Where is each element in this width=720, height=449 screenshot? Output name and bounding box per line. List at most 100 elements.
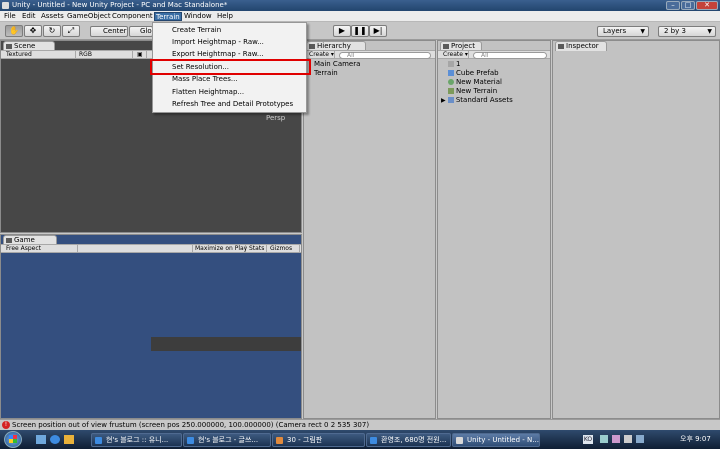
hierarchy-search-input[interactable]: All — [339, 52, 431, 59]
list-item[interactable]: ▶ Standard Assets — [441, 96, 513, 105]
game-control-bar: Free Aspect Maximize on Play Stats Gizmo… — [1, 244, 301, 253]
inspector-panel: Inspector — [552, 40, 720, 419]
ie-icon — [95, 437, 102, 444]
project-create-button[interactable]: Create ▾ — [441, 51, 469, 59]
project-search-input[interactable]: All — [473, 52, 547, 59]
taskbar-item[interactable]: 환영조, 680명 전원... — [366, 433, 451, 447]
stats-toggle[interactable]: Stats — [247, 245, 267, 253]
task-label: 현's 블로그 :: 유니... — [106, 436, 169, 444]
maximize-on-play-toggle[interactable]: Maximize on Play — [192, 245, 248, 253]
list-item[interactable]: Terrain — [314, 69, 338, 78]
tab-inspector[interactable]: Inspector — [555, 41, 607, 51]
menu-help[interactable]: Help — [216, 12, 234, 21]
title-bar: Unity - Untitled - New Unity Project - P… — [0, 0, 720, 11]
scale-tool-button[interactable]: ⤢ — [62, 25, 80, 37]
ie-icon — [370, 437, 377, 444]
explorer-quicklaunch-icon[interactable] — [64, 435, 74, 444]
status-message[interactable]: Screen position out of view frustum (scr… — [12, 421, 369, 429]
layout-dropdown[interactable]: 2 by 3 ▼ — [658, 26, 716, 37]
project-tab-label: Project — [451, 42, 475, 50]
list-item-label: New Terrain — [456, 87, 498, 95]
menu-item-import-heightmap[interactable]: Import Heightmap - Raw... — [172, 37, 264, 47]
network-icon[interactable] — [636, 435, 644, 443]
menu-edit[interactable]: Edit — [21, 12, 37, 21]
inspector-tab-label: Inspector — [566, 42, 599, 50]
hand-tool-button[interactable]: ✋ — [5, 25, 23, 37]
taskbar-item[interactable]: 현's 블로그 - 글쓰... — [183, 433, 271, 447]
menu-item-flatten-heightmap[interactable]: Flatten Heightmap... — [172, 87, 244, 97]
menu-item-export-heightmap[interactable]: Export Heightmap - Raw... — [172, 49, 264, 59]
menu-item-refresh-prototypes[interactable]: Refresh Tree and Detail Prototypes — [172, 99, 293, 109]
render-mode-dropdown[interactable]: RGB — [77, 51, 133, 59]
volume-icon[interactable] — [624, 435, 632, 443]
play-icon: ▶ — [338, 26, 346, 35]
expand-arrow-icon[interactable]: ▶ — [441, 97, 446, 104]
layers-dropdown[interactable]: Layers ▼ — [597, 26, 649, 37]
menu-component[interactable]: Component — [111, 12, 154, 21]
space-toggle[interactable]: Glob — [129, 26, 156, 37]
list-item[interactable]: Cube Prefab — [448, 69, 499, 78]
draw-mode-label: Textured — [6, 51, 32, 58]
pivot-toggle[interactable]: Center — [90, 26, 128, 37]
aspect-label: Free Aspect — [6, 245, 42, 252]
menu-gameobject[interactable]: GameObject — [66, 12, 112, 21]
aspect-dropdown[interactable]: Free Aspect — [4, 245, 78, 253]
render-mode-label: RGB — [79, 51, 92, 58]
list-item[interactable]: New Terrain — [448, 87, 497, 96]
tray-icon[interactable] — [612, 435, 620, 443]
list-item[interactable]: 1 — [448, 60, 460, 69]
view-mode-label: Persp — [266, 114, 286, 122]
menu-window[interactable]: Window — [183, 12, 213, 21]
prefab-icon — [448, 70, 454, 76]
step-button[interactable]: ▶| — [369, 25, 387, 37]
status-bar: ! Screen position out of view frustum (s… — [0, 419, 720, 430]
windows-logo-icon — [9, 435, 17, 443]
game-panel: Game Free Aspect Maximize on Play Stats … — [0, 234, 302, 419]
maximize-on-play-label: Maximize on Play — [195, 245, 248, 252]
layers-label: Layers — [603, 27, 627, 35]
taskbar-item[interactable]: Unity - Untitled - N... — [452, 433, 540, 447]
ie-quicklaunch-icon[interactable] — [50, 435, 60, 444]
task-label: 30 - 그림판 — [287, 436, 323, 444]
language-indicator[interactable]: KO — [583, 435, 593, 444]
chevron-down-icon: ▼ — [640, 28, 645, 35]
game-icon — [6, 238, 12, 243]
menu-file[interactable]: File — [3, 12, 17, 21]
gizmos-dropdown[interactable]: Gizmos — [268, 245, 300, 253]
menu-terrain[interactable]: Terrain — [154, 12, 182, 21]
rotate-tool-button[interactable]: ↻ — [43, 25, 61, 37]
pause-button[interactable]: ❚❚ — [351, 25, 369, 37]
minimize-button[interactable]: – — [666, 1, 680, 10]
taskbar-item[interactable]: 현's 블로그 :: 유니... — [91, 433, 182, 447]
show-desktop-icon[interactable] — [36, 435, 46, 444]
menu-item-mass-place-trees[interactable]: Mass Place Trees... — [172, 74, 238, 84]
tray-icon[interactable] — [600, 435, 608, 443]
game-tab-label: Game — [14, 236, 35, 244]
image-icon: ▣ — [137, 51, 143, 58]
move-tool-button[interactable]: ✥ — [24, 25, 42, 37]
taskbar-item[interactable]: 30 - 그림판 — [272, 433, 365, 447]
search-placeholder: All — [347, 52, 355, 59]
list-item-label: 1 — [456, 60, 461, 68]
maximize-button[interactable]: □ — [681, 1, 695, 10]
menu-assets[interactable]: Assets — [40, 12, 65, 21]
start-button[interactable] — [4, 431, 22, 448]
list-item-label: Cube Prefab — [456, 69, 499, 77]
list-item[interactable]: New Material — [448, 78, 502, 87]
toolbar: ✋ ✥ ↻ ⤢ Center Glob ▶ ❚❚ ▶| Layers ▼ 2 by… — [0, 22, 720, 40]
clock[interactable]: 오후 9:07 — [680, 434, 711, 444]
paint-icon — [276, 437, 283, 444]
hierarchy-icon — [309, 44, 315, 49]
scene-lighting-toggle[interactable]: ▣ — [135, 51, 147, 59]
menu-item-create-terrain[interactable]: Create Terrain — [172, 25, 221, 35]
task-label: Unity - Untitled - N... — [467, 436, 539, 444]
play-button[interactable]: ▶ — [333, 25, 351, 37]
hierarchy-create-button[interactable]: Create ▾ — [307, 51, 335, 59]
unity-icon — [456, 437, 463, 444]
hierarchy-control-bar: Create ▾ All — [304, 50, 435, 59]
terrain-icon — [448, 88, 454, 94]
scale-icon: ⤢ — [67, 26, 75, 35]
draw-mode-dropdown[interactable]: Textured — [4, 51, 76, 59]
close-button[interactable]: ✕ — [696, 1, 718, 10]
list-item[interactable]: Main Camera — [314, 60, 360, 69]
